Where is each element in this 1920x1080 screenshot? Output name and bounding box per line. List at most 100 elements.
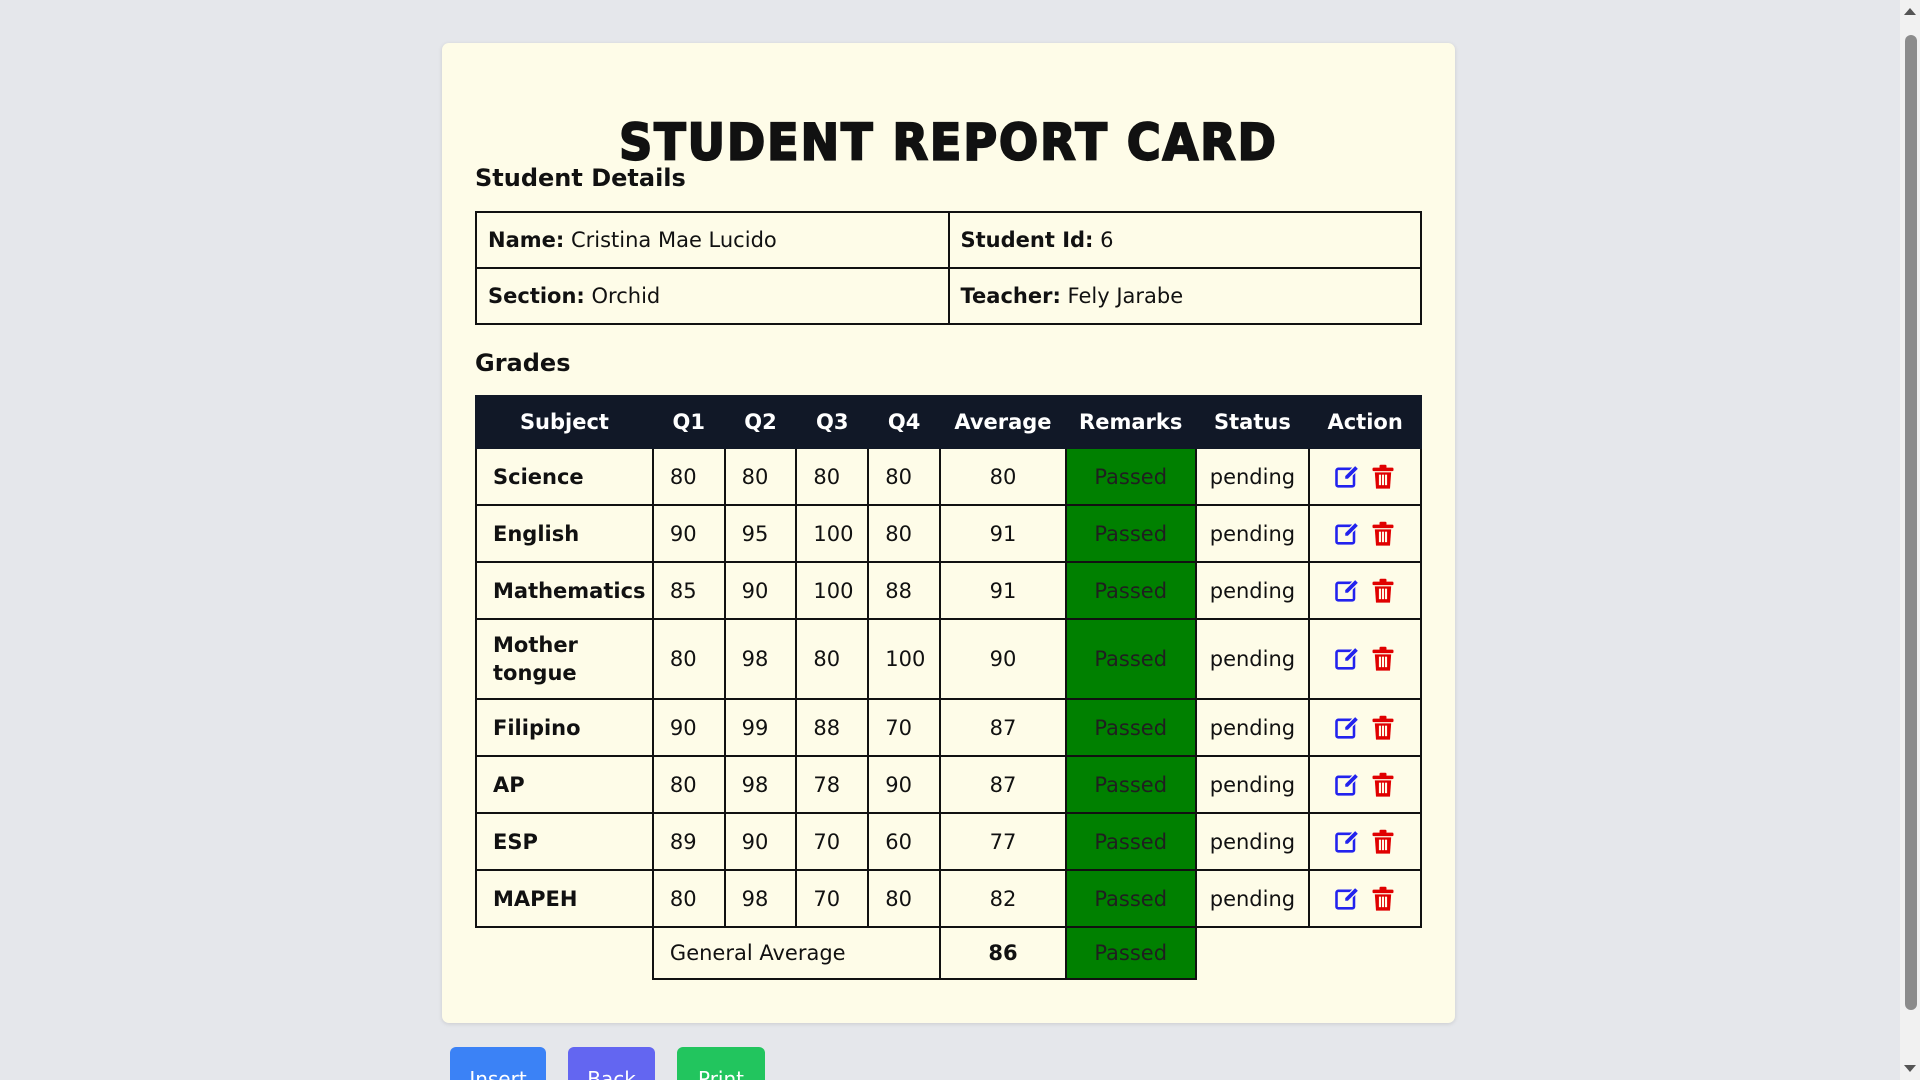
q2-cell: 98 [723, 755, 798, 814]
column-header: Q2 [723, 395, 798, 449]
average-cell: 90 [939, 618, 1067, 700]
edit-icon[interactable] [1333, 577, 1361, 605]
subject-cell: AP [475, 755, 654, 814]
q3-cell: 100 [795, 561, 870, 620]
q1-cell: 80 [651, 447, 726, 506]
edit-icon[interactable] [1333, 771, 1361, 799]
grade-row: Mother tongue 80 98 80 100 90 Passed pending [475, 618, 1422, 700]
q2-cell: 98 [723, 618, 798, 700]
q2-cell: 90 [723, 561, 798, 620]
status-cell: pending [1194, 561, 1311, 620]
general-remarks: Passed [1064, 926, 1197, 980]
action-cell [1308, 504, 1422, 563]
status-cell: pending [1194, 447, 1311, 506]
q1-cell: 80 [651, 755, 726, 814]
student-name: Cristina Mae Lucido [570, 228, 777, 252]
q2-cell: 80 [723, 447, 798, 506]
subject-cell: MAPEH [475, 869, 654, 928]
q3-cell: 80 [795, 447, 870, 506]
q2-cell: 98 [723, 869, 798, 928]
edit-icon[interactable] [1333, 828, 1361, 856]
average-cell: 80 [939, 447, 1067, 506]
q1-cell: 89 [651, 812, 726, 871]
column-header: Q3 [795, 395, 870, 449]
report-card: STUDENT REPORT CARD Student Details Name… [442, 43, 1455, 1023]
scroll-up-icon[interactable] [1904, 8, 1916, 15]
student-details-table: Name: Cristina Mae Lucido Student Id: 6 … [475, 211, 1422, 325]
average-cell: 77 [939, 812, 1067, 871]
q4-cell: 60 [867, 812, 942, 871]
q3-cell: 100 [795, 504, 870, 563]
q4-cell: 90 [867, 755, 942, 814]
student-section: Orchid [591, 284, 661, 308]
edit-icon[interactable] [1333, 645, 1361, 673]
scroll-down-icon[interactable] [1904, 1065, 1916, 1072]
grade-row: Science 80 80 80 80 80 Passed pending [475, 447, 1422, 506]
grade-row: English 90 95 100 80 91 Passed pending [475, 504, 1422, 563]
edit-icon[interactable] [1333, 885, 1361, 913]
status-cell: pending [1194, 869, 1311, 928]
grade-row: Filipino 90 99 88 70 87 Passed pending [475, 698, 1422, 757]
subject-cell: English [475, 504, 654, 563]
q3-cell: 80 [795, 618, 870, 700]
trash-icon[interactable] [1369, 828, 1397, 856]
q3-cell: 70 [795, 812, 870, 871]
status-cell: pending [1194, 504, 1311, 563]
q4-cell: 70 [867, 698, 942, 757]
print-button[interactable]: Print [677, 1047, 765, 1080]
action-cell [1308, 447, 1422, 506]
general-average-value: 86 [939, 926, 1067, 980]
insert-button[interactable]: Insert [450, 1047, 546, 1080]
scrollbar-thumb[interactable] [1905, 35, 1917, 1010]
column-header: Q1 [651, 395, 726, 449]
q4-cell: 80 [867, 504, 942, 563]
remarks-cell: Passed [1064, 618, 1197, 700]
blank-cell [476, 927, 653, 979]
grade-row: ESP 89 90 70 60 77 Passed pending [475, 812, 1422, 871]
q1-cell: 85 [651, 561, 726, 620]
q2-cell: 95 [723, 504, 798, 563]
name-cell: Name: Cristina Mae Lucido [475, 211, 950, 269]
trash-icon[interactable] [1369, 645, 1397, 673]
general-average-label: General Average [651, 926, 942, 980]
trash-icon[interactable] [1369, 577, 1397, 605]
status-cell: pending [1194, 755, 1311, 814]
grades-table: Subject Q1 Q2 Q3 Q4 Average Remarks Status Actio… [475, 395, 1422, 980]
details-row: Section: Orchid Teacher: Fely Jarabe [475, 267, 1422, 325]
grade-row: AP 80 98 78 90 87 Passed pending [475, 755, 1422, 814]
trash-icon[interactable] [1369, 771, 1397, 799]
column-header: Remarks [1064, 395, 1197, 449]
grade-row: MAPEH 80 98 70 80 82 Passed pending [475, 869, 1422, 928]
column-header: Q4 [867, 395, 942, 449]
trash-icon[interactable] [1369, 714, 1397, 742]
q2-cell: 90 [723, 812, 798, 871]
grades-header-row: Subject Q1 Q2 Q3 Q4 Average Remarks Status Actio… [475, 395, 1422, 449]
back-button[interactable]: Back [568, 1047, 655, 1080]
edit-icon[interactable] [1333, 520, 1361, 548]
section-label: Section: [488, 284, 585, 308]
trash-icon[interactable] [1369, 885, 1397, 913]
student-details-heading: Student Details [475, 164, 686, 192]
remarks-cell: Passed [1064, 504, 1197, 563]
general-average-row: General Average 86 Passed [476, 926, 1421, 980]
action-cell [1308, 561, 1422, 620]
q1-cell: 90 [651, 698, 726, 757]
action-cell [1308, 755, 1422, 814]
status-cell: pending [1194, 698, 1311, 757]
trash-icon[interactable] [1369, 463, 1397, 491]
q3-cell: 88 [795, 698, 870, 757]
remarks-cell: Passed [1064, 561, 1197, 620]
q1-cell: 90 [651, 504, 726, 563]
subject-cell: ESP [475, 812, 654, 871]
teacher-cell: Teacher: Fely Jarabe [947, 267, 1422, 325]
q4-cell: 88 [867, 561, 942, 620]
subject-cell: Mother tongue [475, 618, 654, 700]
trash-icon[interactable] [1369, 520, 1397, 548]
edit-icon[interactable] [1333, 714, 1361, 742]
action-cell [1308, 698, 1422, 757]
student-id-cell: Student Id: 6 [947, 211, 1422, 269]
vertical-scrollbar[interactable] [1900, 0, 1920, 1080]
edit-icon[interactable] [1333, 463, 1361, 491]
student-id-label: Student Id: [960, 228, 1094, 252]
average-cell: 87 [939, 755, 1067, 814]
